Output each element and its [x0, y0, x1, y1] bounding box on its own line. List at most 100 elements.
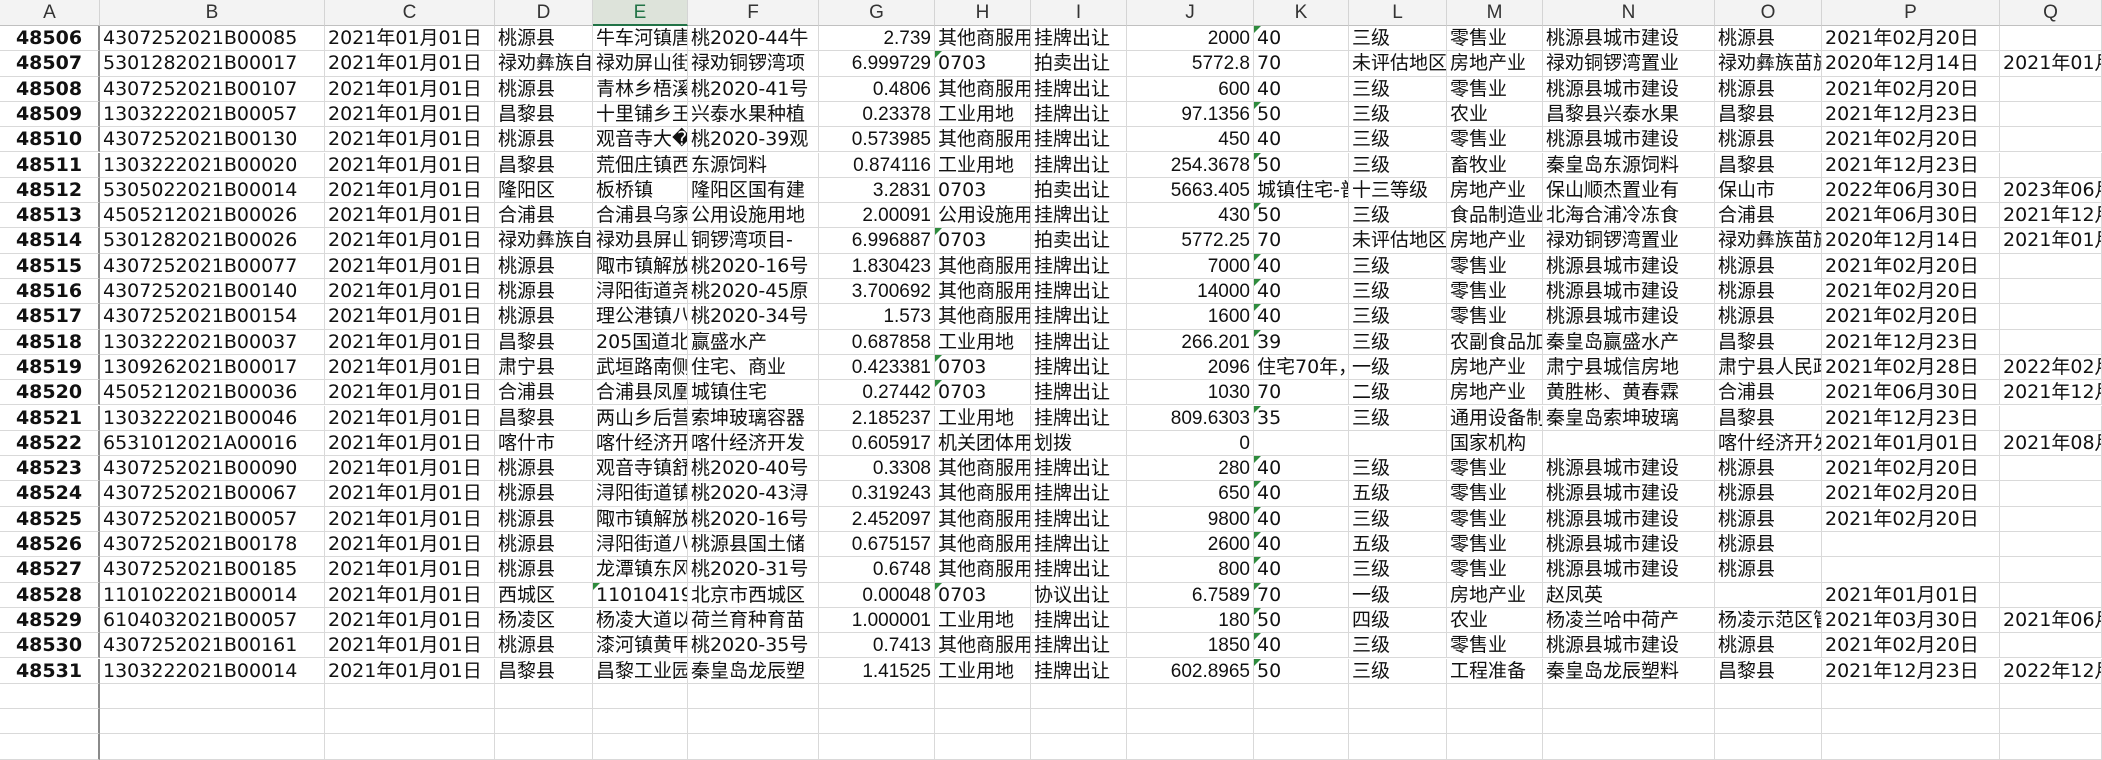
- table-cell[interactable]: 4307252021B00077: [100, 253, 325, 279]
- table-cell[interactable]: 40: [1254, 456, 1349, 482]
- row-header[interactable]: 48507: [0, 51, 100, 77]
- table-cell[interactable]: 5305022021B00014: [100, 177, 325, 204]
- table-cell[interactable]: 0.675157: [819, 532, 935, 558]
- table-cell[interactable]: 昌黎县: [1715, 658, 1822, 684]
- table-cell[interactable]: 挂牌出让: [1031, 304, 1127, 330]
- table-cell[interactable]: 观音寺镇舒溪: [593, 456, 688, 482]
- table-cell[interactable]: 桃源县: [1715, 76, 1822, 102]
- table-cell[interactable]: 9800: [1127, 506, 1254, 532]
- table-cell[interactable]: [1447, 683, 1543, 710]
- column-header-f[interactable]: F: [688, 0, 819, 26]
- table-cell[interactable]: 70: [1254, 380, 1349, 406]
- table-cell[interactable]: 1030: [1127, 380, 1254, 406]
- table-cell[interactable]: 2020年12月14日: [1822, 228, 2000, 254]
- table-cell[interactable]: 桃源县: [1715, 253, 1822, 279]
- table-cell[interactable]: [2000, 152, 2102, 178]
- row-header[interactable]: 48510: [0, 127, 100, 153]
- table-cell[interactable]: [2000, 101, 2102, 128]
- table-cell[interactable]: [2000, 481, 2102, 507]
- table-cell[interactable]: 2021年01月: [2000, 51, 2102, 77]
- table-cell[interactable]: 挂牌出让: [1031, 354, 1127, 381]
- table-cell[interactable]: 2021年02月20日: [1822, 633, 2000, 659]
- table-cell[interactable]: 4307252021B00154: [100, 304, 325, 330]
- table-cell[interactable]: 40: [1254, 481, 1349, 507]
- table-cell[interactable]: 合浦县凤凰城: [593, 380, 688, 406]
- table-cell[interactable]: 农副食品加工: [1447, 329, 1543, 355]
- table-cell[interactable]: 挂牌出让: [1031, 607, 1127, 634]
- table-cell[interactable]: 挂牌出让: [1031, 557, 1127, 583]
- table-cell[interactable]: [593, 734, 688, 760]
- table-cell[interactable]: [325, 683, 495, 710]
- table-cell[interactable]: 5772.25: [1127, 228, 1254, 254]
- table-cell[interactable]: [2000, 76, 2102, 102]
- row-header[interactable]: 48523: [0, 456, 100, 482]
- table-cell[interactable]: [593, 709, 688, 735]
- table-cell[interactable]: 青林乡梧溪河: [593, 76, 688, 102]
- table-cell[interactable]: [1715, 582, 1822, 608]
- table-cell[interactable]: 2023年06月: [2000, 177, 2102, 204]
- table-cell[interactable]: 2021年01月01日: [325, 506, 495, 532]
- table-cell[interactable]: [1254, 430, 1349, 457]
- table-cell[interactable]: [1822, 734, 2000, 760]
- table-cell[interactable]: 2021年01月01日: [325, 127, 495, 153]
- table-cell[interactable]: 禄劝彝族苗族自: [1715, 51, 1822, 77]
- row-header[interactable]: 48518: [0, 329, 100, 355]
- table-cell[interactable]: 7000: [1127, 253, 1254, 279]
- table-cell[interactable]: 昌黎县: [1715, 101, 1822, 128]
- table-cell[interactable]: [1031, 709, 1127, 735]
- table-cell[interactable]: 1600: [1127, 304, 1254, 330]
- table-cell[interactable]: 秦皇岛龙辰塑料: [1543, 658, 1715, 684]
- table-cell[interactable]: 50: [1254, 203, 1349, 229]
- table-cell[interactable]: 合浦县: [1715, 380, 1822, 406]
- table-cell[interactable]: [819, 709, 935, 735]
- table-cell[interactable]: 2021年01月01日: [325, 430, 495, 457]
- table-cell[interactable]: 禄劝彝族苗族自: [1715, 228, 1822, 254]
- table-cell[interactable]: 铜锣湾项目-: [688, 228, 819, 254]
- table-cell[interactable]: 三级: [1349, 101, 1447, 128]
- table-cell[interactable]: 荒佃庄镇西胆: [593, 152, 688, 178]
- table-cell[interactable]: 十里铺乡王移: [593, 101, 688, 128]
- table-cell[interactable]: [1254, 734, 1349, 760]
- table-cell[interactable]: 1.000001: [819, 607, 935, 634]
- table-cell[interactable]: 2021年02月20日: [1822, 76, 2000, 102]
- row-header[interactable]: [0, 734, 100, 760]
- row-header[interactable]: 48522: [0, 430, 100, 457]
- table-cell[interactable]: 房地产业: [1447, 380, 1543, 406]
- table-cell[interactable]: 桃源县: [495, 279, 593, 305]
- table-cell[interactable]: 桃源县: [495, 633, 593, 659]
- column-header-j[interactable]: J: [1127, 0, 1254, 26]
- table-cell[interactable]: 2021年02月20日: [1822, 26, 2000, 52]
- table-cell[interactable]: 602.8965: [1127, 658, 1254, 684]
- table-cell[interactable]: [1127, 734, 1254, 760]
- row-header[interactable]: 48531: [0, 658, 100, 684]
- table-cell[interactable]: 桃源县: [495, 304, 593, 330]
- table-cell[interactable]: 城镇住宅-普: [1254, 177, 1349, 204]
- column-header-i[interactable]: I: [1031, 0, 1127, 26]
- table-cell[interactable]: 隆阳区: [495, 177, 593, 204]
- table-cell[interactable]: 喀什经济开发: [593, 430, 688, 457]
- table-cell[interactable]: 工业用地: [935, 658, 1031, 684]
- table-cell[interactable]: [2000, 557, 2102, 583]
- table-cell[interactable]: 三级: [1349, 329, 1447, 355]
- table-cell[interactable]: 0.874116: [819, 152, 935, 178]
- table-cell[interactable]: 通用设备制造: [1447, 405, 1543, 431]
- table-cell[interactable]: 理公港镇八斗: [593, 304, 688, 330]
- table-cell[interactable]: 城镇住宅: [688, 380, 819, 406]
- table-cell[interactable]: 禄劝彝族自: [495, 51, 593, 77]
- table-cell[interactable]: 挂牌出让: [1031, 76, 1127, 102]
- table-cell[interactable]: 2021年12月23日: [1822, 329, 2000, 355]
- table-cell[interactable]: 桃源县: [1715, 506, 1822, 532]
- row-header[interactable]: 48514: [0, 228, 100, 254]
- table-cell[interactable]: 2021年06月: [2000, 607, 2102, 634]
- row-header[interactable]: 48515: [0, 253, 100, 279]
- table-cell[interactable]: 三级: [1349, 26, 1447, 52]
- table-cell[interactable]: 挂牌出让: [1031, 658, 1127, 684]
- table-cell[interactable]: [100, 683, 325, 710]
- table-cell[interactable]: [100, 734, 325, 760]
- column-header-h[interactable]: H: [935, 0, 1031, 26]
- table-cell[interactable]: 挂牌出让: [1031, 532, 1127, 558]
- table-cell[interactable]: 房地产业: [1447, 582, 1543, 608]
- table-cell[interactable]: 800: [1127, 557, 1254, 583]
- table-cell[interactable]: 三级: [1349, 279, 1447, 305]
- table-cell[interactable]: 挂牌出让: [1031, 26, 1127, 52]
